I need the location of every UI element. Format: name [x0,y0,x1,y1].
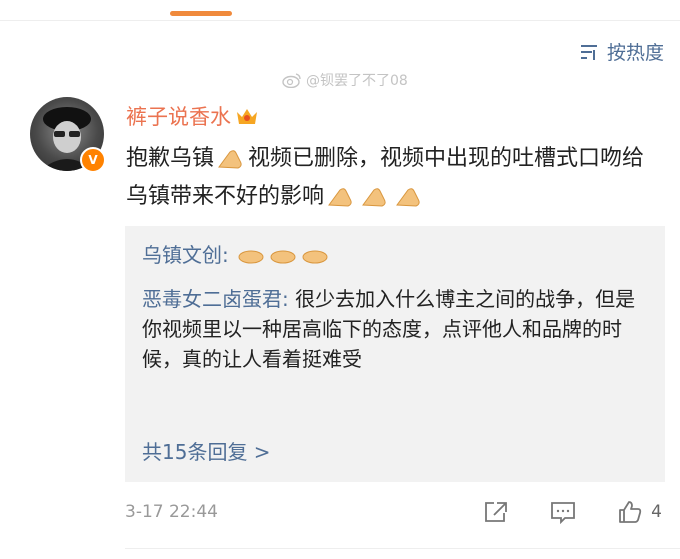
sort-label: 按热度 [606,42,664,64]
comment-author[interactable]: 裤子说香水 [126,101,259,131]
share-button[interactable] [483,500,509,524]
pray-emoji-icon [362,188,386,207]
share-icon [485,502,508,522]
comment-actions: 4 [483,499,662,525]
divider [0,20,680,21]
avatar[interactable]: V [30,97,106,173]
reply-item[interactable]: 乌镇文创: [142,240,331,270]
comment-text: 抱歉乌镇 视频已删除，视频中出现的吐槽式口吻给乌镇带来不好的影响 [126,140,656,216]
reply-separator: : [282,287,289,311]
reply-separator: : [222,243,229,267]
handshake-emoji-icon [270,250,296,263]
handshake-emoji-icon [238,250,264,263]
watermark-text: @钡罢了不了08 [306,73,408,89]
reply-author[interactable]: 乌镇文创 [142,243,222,267]
reply-item[interactable]: 恶毒女二卤蛋君: 很少去加入什么博主之间的战争，但是你视频里以一种居高临下的态度… [142,284,647,374]
divider [125,548,680,549]
replies-panel: 乌镇文创: 恶毒女二卤蛋君: 很少去加入什么博主之间的战争，但是你视频里以一种居… [125,226,665,482]
comment-icon [551,502,576,524]
sort-by-hot-button[interactable]: 按热度 [579,38,664,65]
username[interactable]: 裤子说香水 [126,101,231,131]
sort-icon [580,44,597,60]
like-button[interactable]: 4 [617,499,662,525]
weibo-logo-icon [282,73,301,88]
reply-author[interactable]: 恶毒女二卤蛋君 [142,287,282,311]
verified-badge: V [80,147,106,173]
comment-timestamp: 3-17 22:44 [125,502,218,522]
like-count: 4 [651,502,662,522]
comment-text-part-1: 抱歉乌镇 [126,146,215,171]
pray-emoji-icon [218,150,242,169]
member-crown-icon [237,109,257,124]
active-tab-indicator [170,11,232,16]
thumbs-up-icon [619,501,642,523]
comment-button[interactable] [549,500,577,524]
view-all-replies-link[interactable]: 共15条回复 > [142,436,271,465]
pray-emoji-icon [396,188,420,207]
handshake-emoji-icon [302,250,328,263]
pray-emoji-icon [328,188,352,207]
watermark: @钡罢了不了08 [282,70,408,90]
